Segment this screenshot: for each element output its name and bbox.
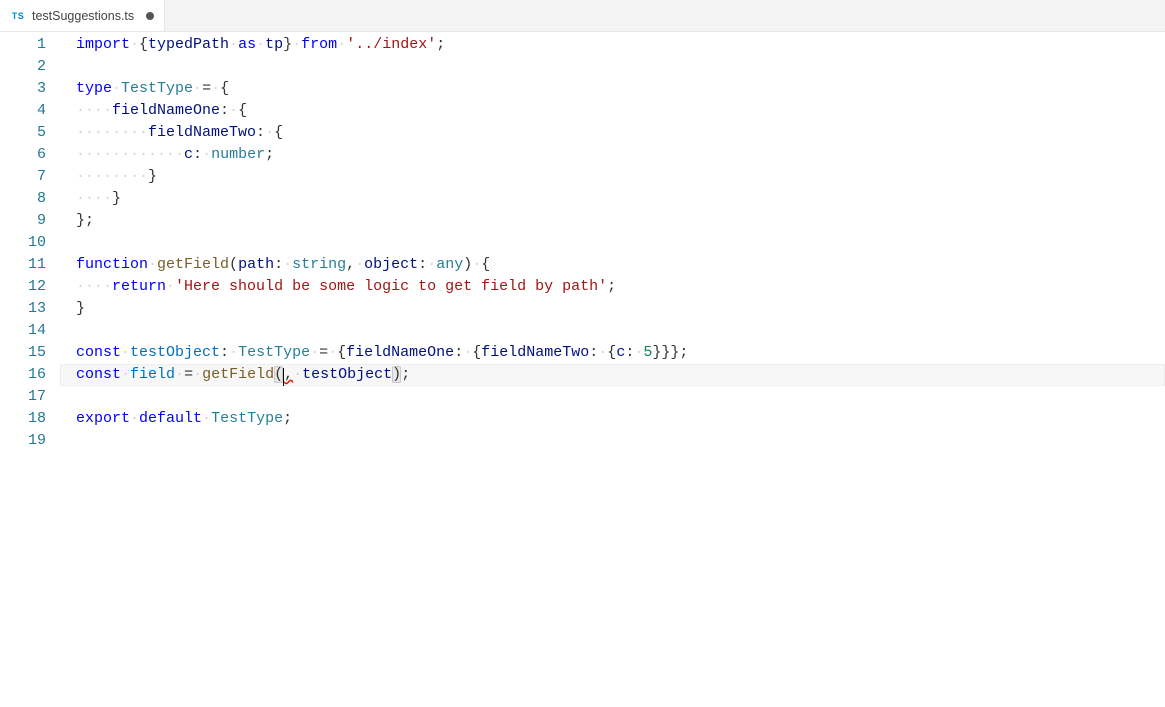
line-number: 8	[0, 188, 46, 210]
line-number: 17	[0, 386, 46, 408]
code-line[interactable]: const·testObject:·TestType·=·{fieldNameO…	[60, 342, 1165, 364]
line-number: 12	[0, 276, 46, 298]
code-line[interactable]	[60, 320, 1165, 342]
code-line[interactable]	[60, 386, 1165, 408]
typescript-icon: TS	[10, 8, 26, 24]
line-number: 1	[0, 34, 46, 56]
line-number: 15	[0, 342, 46, 364]
code-line[interactable]: function·getField(path:·string,·object:·…	[60, 254, 1165, 276]
line-number: 3	[0, 78, 46, 100]
code-line[interactable]: type·TestType·=·{	[60, 78, 1165, 100]
line-number: 11	[0, 254, 46, 276]
code-line[interactable]: export·default·TestType;	[60, 408, 1165, 430]
tab-bar: TS testSuggestions.ts	[0, 0, 1165, 32]
code-line[interactable]: import·{typedPath·as·tp}·from·'../index'…	[60, 34, 1165, 56]
line-number: 2	[0, 56, 46, 78]
code-line[interactable]: ········fieldNameTwo:·{	[60, 122, 1165, 144]
code-line-active[interactable]: const·field·=·getField(,·testObject);	[60, 364, 1165, 386]
tab-testsuggestions[interactable]: TS testSuggestions.ts	[0, 0, 165, 31]
code-line[interactable]	[60, 232, 1165, 254]
line-number: 14	[0, 320, 46, 342]
code-line[interactable]: ····fieldNameOne:·{	[60, 100, 1165, 122]
line-number: 13	[0, 298, 46, 320]
line-number: 5	[0, 122, 46, 144]
tab-filename: testSuggestions.ts	[32, 9, 134, 23]
code-line[interactable]: ············c:·number;	[60, 144, 1165, 166]
line-number: 16	[0, 364, 46, 386]
line-number: 9	[0, 210, 46, 232]
line-number: 10	[0, 232, 46, 254]
line-number: 7	[0, 166, 46, 188]
code-line[interactable]: };	[60, 210, 1165, 232]
editor: 1 2 3 4 5 6 7 8 9 10 11 12 13 14 15 16 1…	[0, 32, 1165, 707]
line-number: 4	[0, 100, 46, 122]
line-number: 6	[0, 144, 46, 166]
code-line[interactable]: ········}	[60, 166, 1165, 188]
code-line[interactable]	[60, 56, 1165, 78]
line-number-gutter: 1 2 3 4 5 6 7 8 9 10 11 12 13 14 15 16 1…	[0, 32, 60, 707]
dirty-indicator-icon	[146, 12, 154, 20]
code-line[interactable]: ····return·'Here should be some logic to…	[60, 276, 1165, 298]
code-line[interactable]	[60, 430, 1165, 452]
code-line[interactable]: }	[60, 298, 1165, 320]
line-number: 18	[0, 408, 46, 430]
code-line[interactable]: ····}	[60, 188, 1165, 210]
code-area[interactable]: import·{typedPath·as·tp}·from·'../index'…	[60, 32, 1165, 707]
line-number: 19	[0, 430, 46, 452]
